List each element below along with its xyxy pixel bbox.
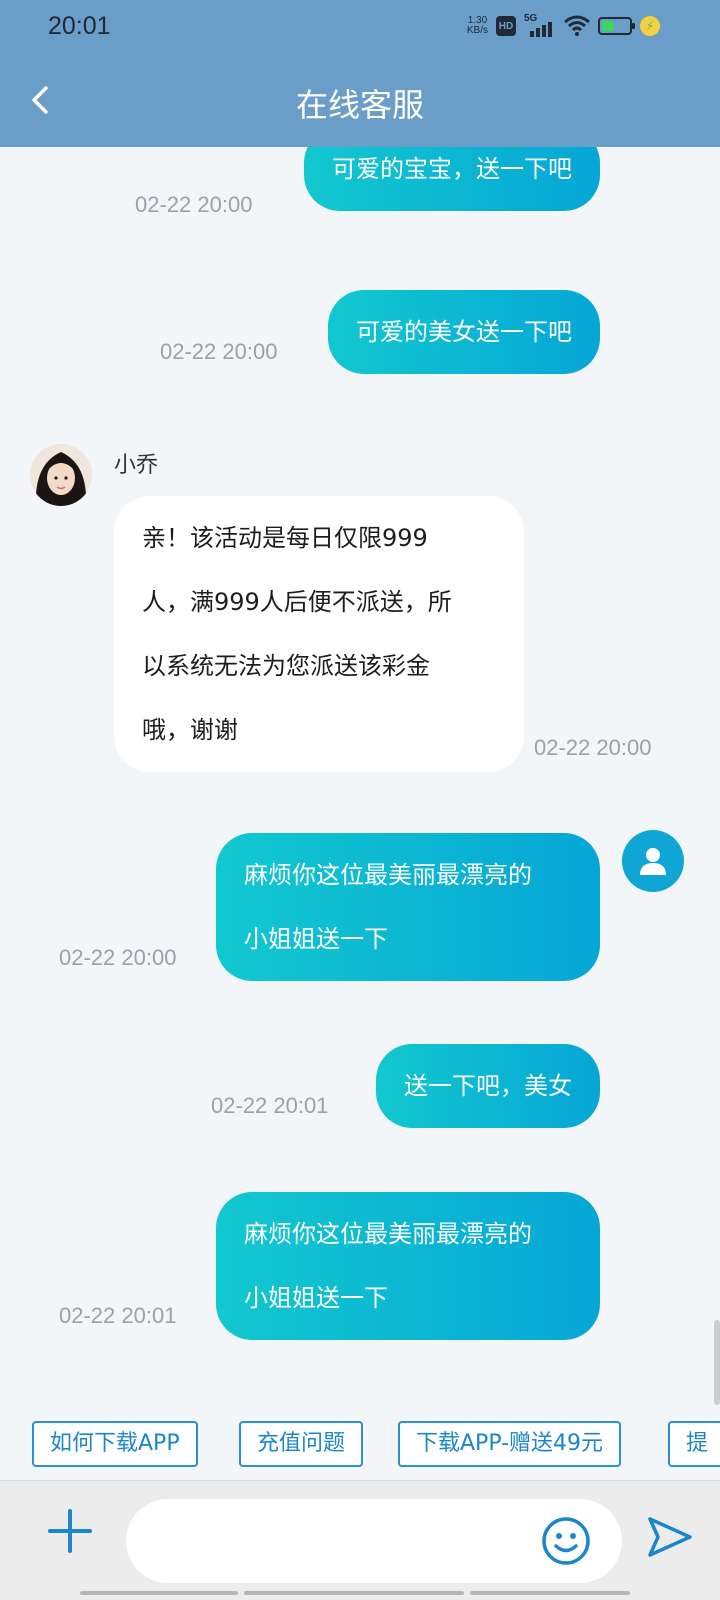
message-timestamp: 02-22 20:01 — [59, 1303, 177, 1328]
network-type: 5G — [524, 13, 538, 24]
message-line: 小姐姐送一下 — [244, 1284, 388, 1312]
charging-icon: ⚡ — [640, 16, 660, 36]
message-line: 麻烦你这位最美丽最漂亮的 — [244, 861, 532, 889]
message-timestamp: 02-22 20:00 — [160, 339, 278, 364]
quick-reply-more[interactable]: 提 — [668, 1421, 720, 1467]
message-line: 麻烦你这位最美丽最漂亮的 — [244, 1220, 532, 1248]
message-text: 送一下吧，美女 — [404, 1072, 572, 1100]
chat-bubble-user: 麻烦你这位最美丽最漂亮的 小姐姐送一下 — [216, 833, 600, 981]
message-line: 以系统无法为您派送该彩金 — [142, 652, 430, 680]
chat-bubble-agent: 亲！该活动是每日仅限999 人，满999人后便不派送，所 以系统无法为您派送该彩… — [114, 496, 524, 772]
status-icons: 1.30 KB/s HD 5G ⚡ — [467, 13, 660, 37]
chat-bubble-user: 可爱的宝宝，送一下吧 — [304, 147, 600, 211]
message-input[interactable] — [150, 1519, 530, 1563]
status-time: 20:01 — [48, 12, 111, 40]
message-timestamp: 02-22 20:01 — [211, 1093, 329, 1118]
quick-replies: 如何下载APP 充值问题 下载APP-赠送49元 提 — [0, 1407, 720, 1480]
agent-avatar[interactable] — [30, 444, 92, 506]
message-line: 哦，谢谢 — [142, 716, 238, 744]
chat-bubble-user: 麻烦你这位最美丽最漂亮的 小姐姐送一下 — [216, 1192, 600, 1340]
chat-messages[interactable]: 可爱的宝宝，送一下吧 02-22 20:00 可爱的美女送一下吧 02-22 2… — [0, 147, 720, 1407]
page-title: 在线客服 — [295, 86, 424, 124]
input-bar — [0, 1480, 720, 1600]
network-speed-unit: KB/s — [466, 25, 488, 36]
message-line: 小姐姐送一下 — [244, 925, 388, 953]
signal-icon: 5G — [524, 13, 556, 37]
battery-icon — [598, 17, 635, 35]
message-line: 人，满999人后便不派送，所 — [142, 588, 452, 616]
status-bar: 20:01 1.30 KB/s HD 5G ⚡ — [0, 0, 720, 56]
chat-scrollbar[interactable] — [714, 1320, 720, 1405]
plus-icon[interactable] — [46, 1507, 94, 1555]
nav-gesture-bar — [244, 1591, 464, 1595]
message-timestamp: 02-22 20:00 — [59, 945, 177, 970]
message-line: 亲！该活动是每日仅限999 — [142, 524, 428, 552]
hd-icon: HD — [496, 16, 516, 36]
message-timestamp: 02-22 20:00 — [135, 192, 253, 217]
message-timestamp: 02-22 20:00 — [534, 735, 652, 760]
quick-reply-download-app[interactable]: 如何下载APP — [32, 1421, 198, 1467]
chat-bubble-user: 送一下吧，美女 — [376, 1044, 600, 1128]
person-icon — [640, 848, 666, 875]
message-text: 可爱的美女送一下吧 — [356, 318, 572, 346]
message-input-wrap — [126, 1499, 622, 1583]
wifi-icon — [564, 15, 590, 36]
top-header: 20:01 1.30 KB/s HD 5G ⚡ 在线客服 — [0, 0, 720, 147]
chat-bubble-user: 可爱的美女送一下吧 — [328, 290, 600, 374]
user-avatar[interactable] — [622, 830, 684, 892]
quick-reply-download-bonus[interactable]: 下载APP-赠送49元 — [398, 1421, 622, 1467]
message-text: 可爱的宝宝，送一下吧 — [332, 155, 572, 183]
nav-gesture-bar — [80, 1591, 238, 1595]
send-icon[interactable] — [646, 1515, 694, 1559]
network-speed: 1.30 KB/s — [467, 16, 488, 36]
smiley-icon[interactable] — [540, 1515, 592, 1567]
quick-reply-recharge[interactable]: 充值问题 — [239, 1421, 364, 1467]
agent-name: 小乔 — [114, 453, 159, 478]
nav-gesture-bar — [470, 1591, 630, 1595]
